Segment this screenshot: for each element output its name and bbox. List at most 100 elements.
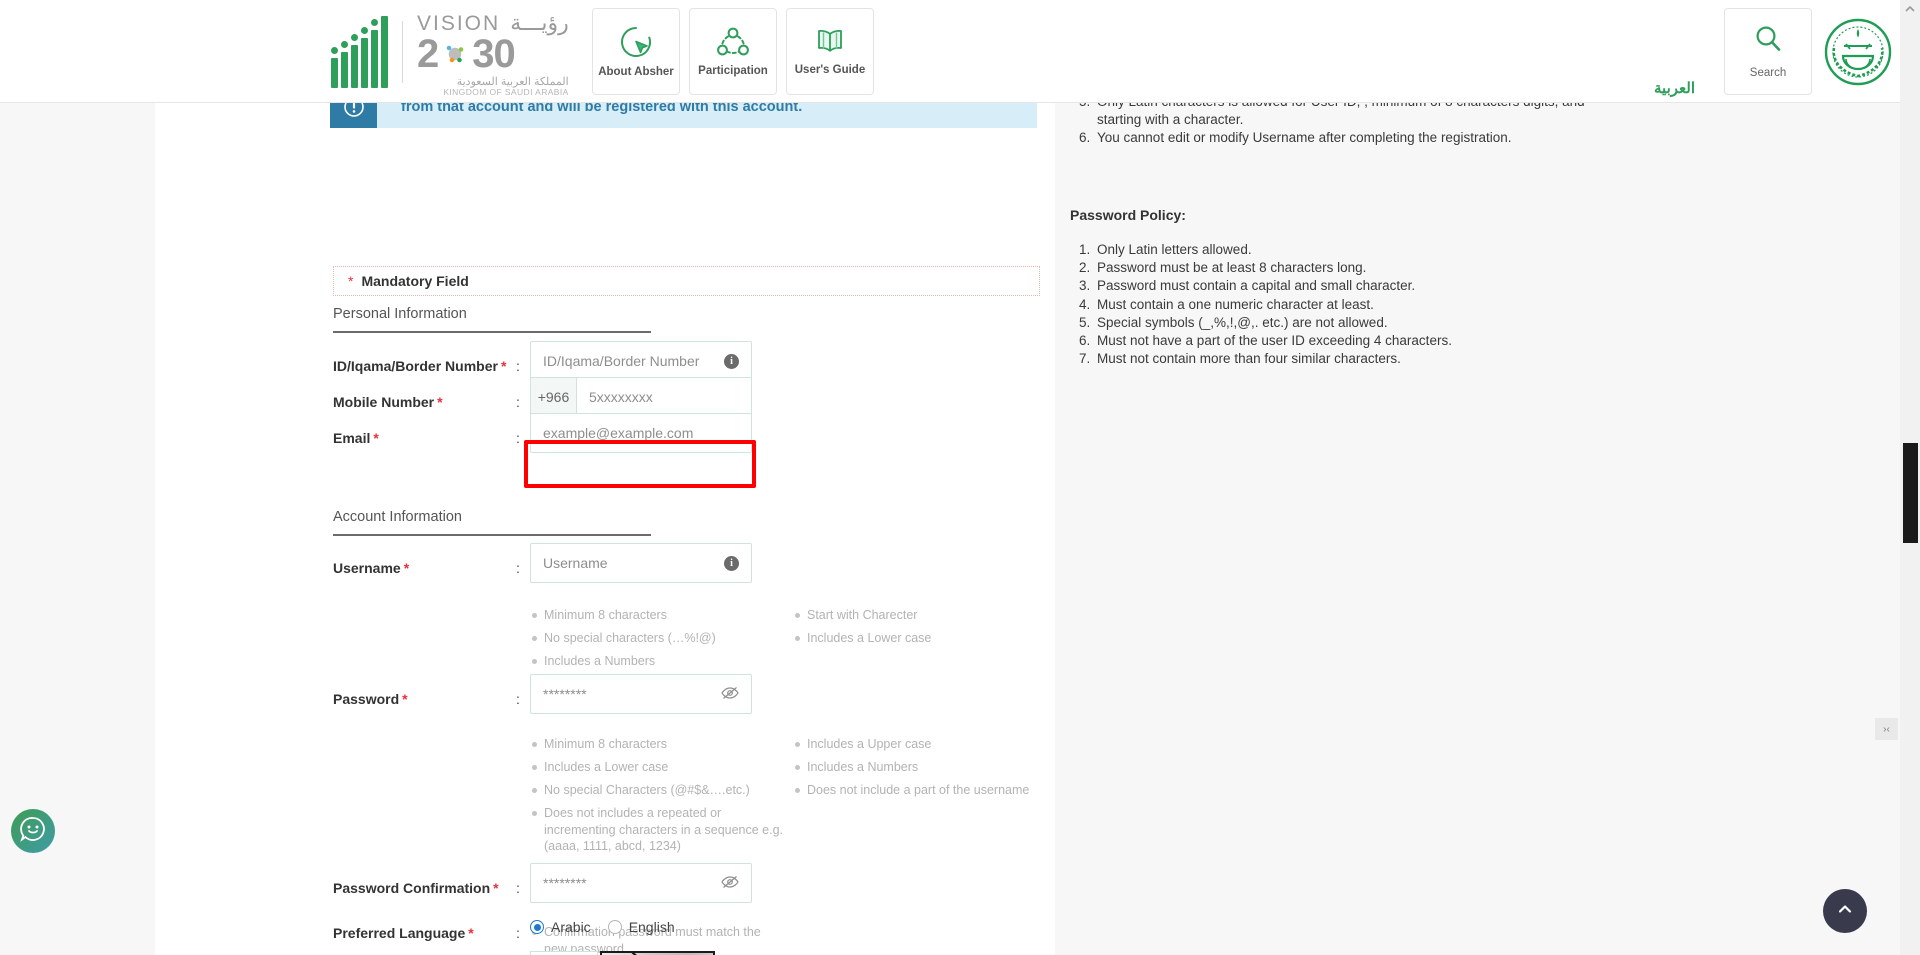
username-label: Username *	[333, 560, 410, 576]
field-colon: :	[516, 394, 520, 410]
preferred-language-options: Arabic English	[530, 919, 675, 935]
participation-network-icon	[716, 26, 750, 58]
policy-ordered-list: Only Latin characters is allowed for Use…	[1070, 103, 1590, 148]
section-heading-personal-information: Personal Information	[333, 306, 651, 333]
radio-option-arabic[interactable]: Arabic	[530, 919, 591, 935]
password-confirmation-placeholder: ********	[543, 875, 587, 891]
vertical-scrollbar-thumb[interactable]	[1903, 443, 1918, 543]
language-switch-arabic[interactable]: العربية	[1654, 79, 1695, 97]
required-asterisk: *	[403, 560, 410, 576]
mandatory-field-note: * Mandatory Field	[333, 266, 1040, 296]
saudi-emblem-icon[interactable]	[1824, 18, 1892, 86]
password-hints: Minimum 8 characters Includes a Lower ca…	[530, 733, 1043, 855]
hint-item: Includes a Upper case	[793, 733, 1043, 756]
password-policy-list: Only Latin letters allowed. Password mus…	[1070, 241, 1590, 368]
email-placeholder: example@example.com	[543, 425, 694, 441]
radio-option-english[interactable]: English	[607, 919, 675, 935]
field-colon: :	[516, 430, 520, 446]
policy-item: Must not contain more than four similar …	[1094, 350, 1590, 368]
password-input[interactable]: ********	[530, 674, 752, 714]
required-asterisk: *	[500, 358, 507, 374]
hint-item: Does not include a part of the username	[793, 779, 1043, 802]
nav-card-label: User's Guide	[794, 64, 866, 76]
search-icon	[1753, 24, 1783, 59]
mobile-number-input[interactable]: 5xxxxxxxx	[577, 377, 752, 417]
hint-item: No special characters (…%!@)	[530, 627, 793, 650]
field-colon: :	[516, 880, 520, 896]
page-scroll-area: from that account and will be registered…	[0, 103, 1900, 955]
password-placeholder: ********	[543, 686, 587, 702]
policy-item: Only Latin letters allowed.	[1094, 241, 1590, 259]
info-icon[interactable]: i	[724, 353, 739, 369]
hint-item: Minimum 8 characters	[530, 604, 793, 627]
hint-item: No special Characters (@#$&….etc.)	[530, 779, 793, 802]
search-label: Search	[1749, 67, 1787, 79]
vision-palm-emblem-icon	[440, 39, 471, 69]
vision-ar-text: رؤيـــة	[510, 10, 569, 35]
site-header: VISION رؤيـــة 2 30 المملكة العربية السعو…	[0, 0, 1900, 103]
required-asterisk: *	[348, 273, 354, 289]
eye-slash-icon[interactable]	[721, 875, 739, 892]
vision-en-text: VISION	[417, 12, 501, 35]
nav-card-about-absher[interactable]: About Absher	[592, 8, 680, 95]
hint-item: Start with Charecter	[793, 604, 1043, 627]
radio-arabic-label: Arabic	[551, 919, 591, 935]
vision-wordmark: VISION رؤيـــة 2 30 المملكة العربية السعو…	[417, 8, 569, 97]
kingdom-en-text: KINGDOM OF SAUDI ARABIA	[443, 87, 569, 97]
user-id-policy-list: Only Latin characters is allowed for Use…	[1070, 103, 1590, 148]
password-confirmation-input[interactable]: ********	[530, 863, 752, 903]
required-asterisk: *	[437, 394, 443, 410]
password-policy-block: Password Policy: Only Latin letters allo…	[1070, 207, 1590, 368]
id-number-placeholder: ID/Iqama/Border Number	[543, 353, 700, 369]
username-input[interactable]: Username i	[530, 543, 752, 583]
field-colon: :	[516, 691, 520, 707]
eye-slash-icon[interactable]	[721, 686, 739, 703]
policy-item: Special symbols (_,%,!,@,. etc.) are not…	[1094, 314, 1590, 332]
scrollbar-up-arrow-icon[interactable]	[1903, 2, 1917, 16]
back-to-top-button[interactable]	[1823, 889, 1867, 933]
password-policy-heading: Password Policy:	[1070, 207, 1186, 223]
username-hints-right: Start with Charecter Includes a Lower ca…	[793, 604, 1043, 673]
side-panel-toggle[interactable]: ›‹	[1875, 718, 1898, 740]
required-asterisk: *	[493, 880, 499, 896]
hint-item: Includes a Numbers	[793, 756, 1043, 779]
policy-item: Password must be at least 8 characters l…	[1094, 259, 1590, 277]
vision-year: 2 30	[417, 32, 516, 76]
nav-card-users-guide[interactable]: User's Guide	[786, 8, 874, 95]
username-placeholder: Username	[543, 555, 608, 571]
info-icon[interactable]: i	[724, 555, 739, 571]
username-hints-left: Minimum 8 characters No special characte…	[530, 604, 793, 673]
expand-collapse-icon: ›‹	[1883, 723, 1890, 735]
mobile-number-label: Mobile Number *	[333, 394, 443, 410]
chat-support-button[interactable]	[11, 809, 55, 853]
policy-item: Must not have a part of the user ID exce…	[1094, 332, 1590, 350]
radio-arabic-indicator[interactable]	[530, 920, 544, 934]
username-hints: Minimum 8 characters No special characte…	[530, 604, 1043, 673]
password-hints-left: Minimum 8 characters Includes a Lower ca…	[530, 733, 793, 855]
chevron-up-icon	[1836, 900, 1854, 923]
nav-card-label: Participation	[698, 65, 768, 77]
password-confirmation-label: Password Confirmation *	[333, 880, 499, 896]
info-banner-text: from that account and will be registered…	[401, 103, 803, 115]
image-code-input[interactable]: xxxx	[530, 951, 598, 955]
email-label: Email *	[333, 430, 379, 446]
nav-card-participation[interactable]: Participation	[689, 8, 777, 95]
vision-2030-logo[interactable]: VISION رؤيـــة 2 30 المملكة العربية السعو…	[331, 8, 569, 97]
nav-card-label: About Absher	[598, 66, 674, 78]
logo-bars-icon	[331, 16, 388, 89]
field-colon: :	[516, 560, 520, 576]
policy-item: Only Latin characters is allowed for Use…	[1094, 103, 1590, 129]
hint-item: Minimum 8 characters	[530, 733, 793, 756]
hint-item: Includes a Lower case	[793, 627, 1043, 650]
email-input[interactable]: example@example.com	[530, 413, 752, 453]
search-button[interactable]: Search	[1724, 8, 1812, 95]
captcha-image: 1270	[600, 951, 715, 955]
id-number-label: ID/Iqama/Border Number *	[333, 358, 507, 374]
chat-smiley-icon	[18, 814, 48, 849]
policy-item: Password must contain a capital and smal…	[1094, 277, 1590, 295]
id-number-input[interactable]: ID/Iqama/Border Number i	[530, 341, 752, 381]
radio-english-indicator[interactable]	[607, 920, 622, 934]
open-book-icon	[814, 27, 846, 57]
hint-item: Does not includes a repeated or incremen…	[530, 802, 793, 855]
radio-english-label: English	[628, 919, 675, 935]
